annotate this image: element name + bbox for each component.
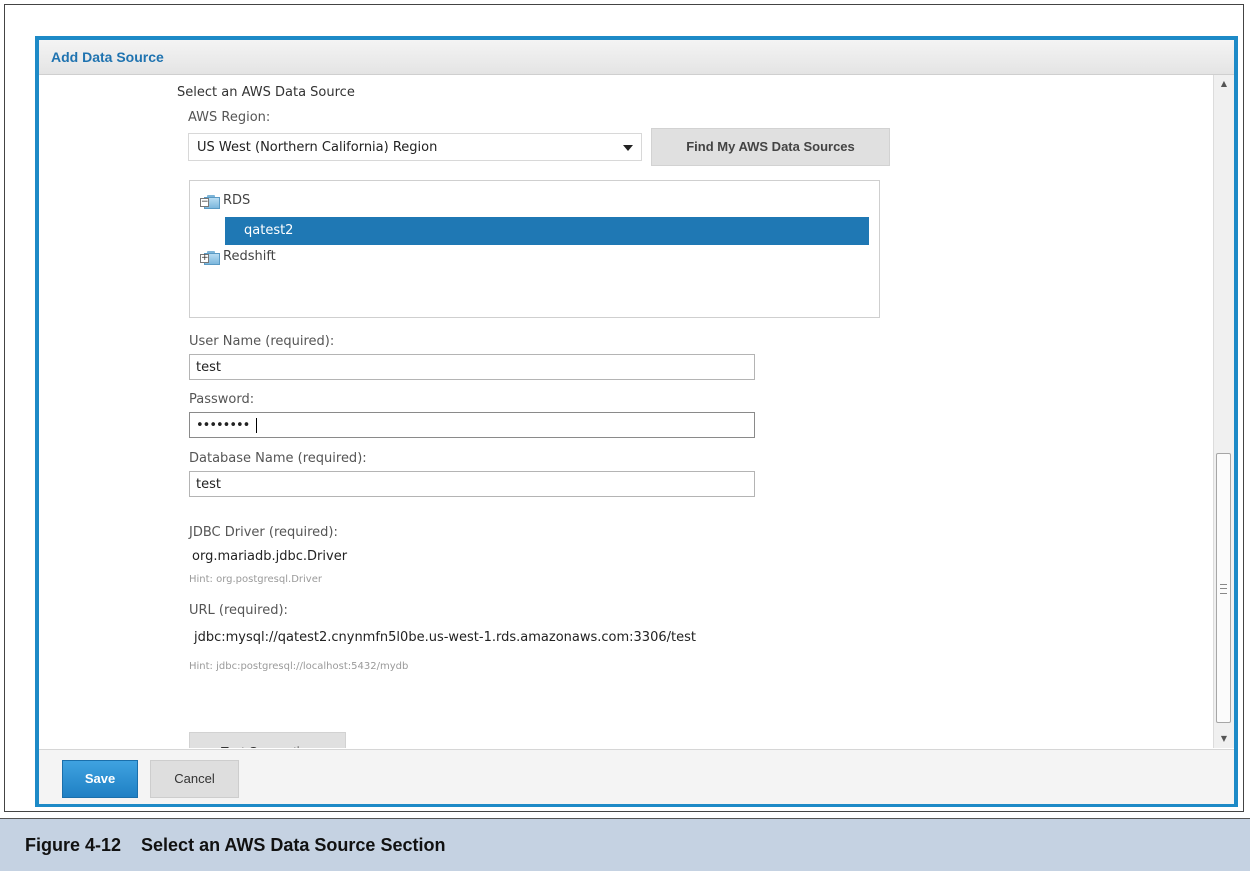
scroll-down-icon[interactable]: ▼ xyxy=(1214,730,1234,748)
region-select[interactable]: US West (Northern California) Region xyxy=(188,133,642,161)
password-label: Password: xyxy=(189,392,255,407)
database-value: test xyxy=(196,477,221,492)
tree-item-label: qatest2 xyxy=(244,223,294,238)
jdbc-driver-hint: Hint: org.postgresql.Driver xyxy=(189,574,322,585)
section-title: Select an AWS Data Source xyxy=(177,85,355,100)
vertical-scrollbar[interactable]: ▲ ▼ xyxy=(1213,75,1234,748)
expand-icon[interactable]: + xyxy=(200,254,209,263)
cancel-button[interactable]: Cancel xyxy=(150,760,239,798)
region-label: AWS Region: xyxy=(188,110,271,125)
text-cursor xyxy=(256,418,257,433)
url-value: jdbc:mysql://qatest2.cnynmfn5l0be.us-wes… xyxy=(194,630,696,645)
dialog-footer: Save Cancel xyxy=(39,749,1234,804)
scroll-up-icon[interactable]: ▲ xyxy=(1214,75,1234,93)
password-value: •••••••• xyxy=(196,418,250,433)
test-connection-button[interactable]: Test Connection xyxy=(189,732,346,748)
scrollbar-thumb[interactable] xyxy=(1216,453,1231,723)
url-label: URL (required): xyxy=(189,603,288,618)
grip-icon xyxy=(1220,584,1227,594)
jdbc-driver-label: JDBC Driver (required): xyxy=(189,525,338,540)
tree-node-label: RDS xyxy=(223,193,251,208)
username-field[interactable]: test xyxy=(189,354,755,380)
username-value: test xyxy=(196,360,221,375)
chevron-down-icon xyxy=(623,145,633,151)
folder-open-icon: − xyxy=(200,195,220,209)
figure-caption: Figure 4-12 Select an AWS Data Source Se… xyxy=(25,835,446,855)
figure-caption-bar: Figure 4-12 Select an AWS Data Source Se… xyxy=(0,818,1250,871)
add-data-source-dialog: Add Data Source Select an AWS Data Sourc… xyxy=(35,36,1238,807)
region-select-value: US West (Northern California) Region xyxy=(197,140,438,155)
tree-node-label: Redshift xyxy=(223,249,276,264)
dialog-header: Add Data Source xyxy=(39,40,1234,75)
folder-icon: + xyxy=(200,251,220,265)
url-hint: Hint: jdbc:postgresql://localhost:5432/m… xyxy=(189,661,409,672)
collapse-icon[interactable]: − xyxy=(200,198,209,207)
jdbc-driver-value: org.mariadb.jdbc.Driver xyxy=(192,549,348,564)
database-name-field[interactable]: test xyxy=(189,471,755,497)
dialog-body: Select an AWS Data Source AWS Region: US… xyxy=(39,75,1234,748)
password-field[interactable]: •••••••• xyxy=(189,412,755,438)
find-aws-data-sources-button[interactable]: Find My AWS Data Sources xyxy=(651,128,890,166)
database-label: Database Name (required): xyxy=(189,451,367,466)
tree-item-qatest2[interactable]: qatest2 xyxy=(225,217,869,245)
dialog-title: Add Data Source xyxy=(51,49,164,65)
data-source-tree: − RDS qatest2 + Redshift xyxy=(189,180,880,318)
save-button[interactable]: Save xyxy=(62,760,138,798)
username-label: User Name (required): xyxy=(189,334,335,349)
figure-frame: Add Data Source Select an AWS Data Sourc… xyxy=(4,4,1244,812)
